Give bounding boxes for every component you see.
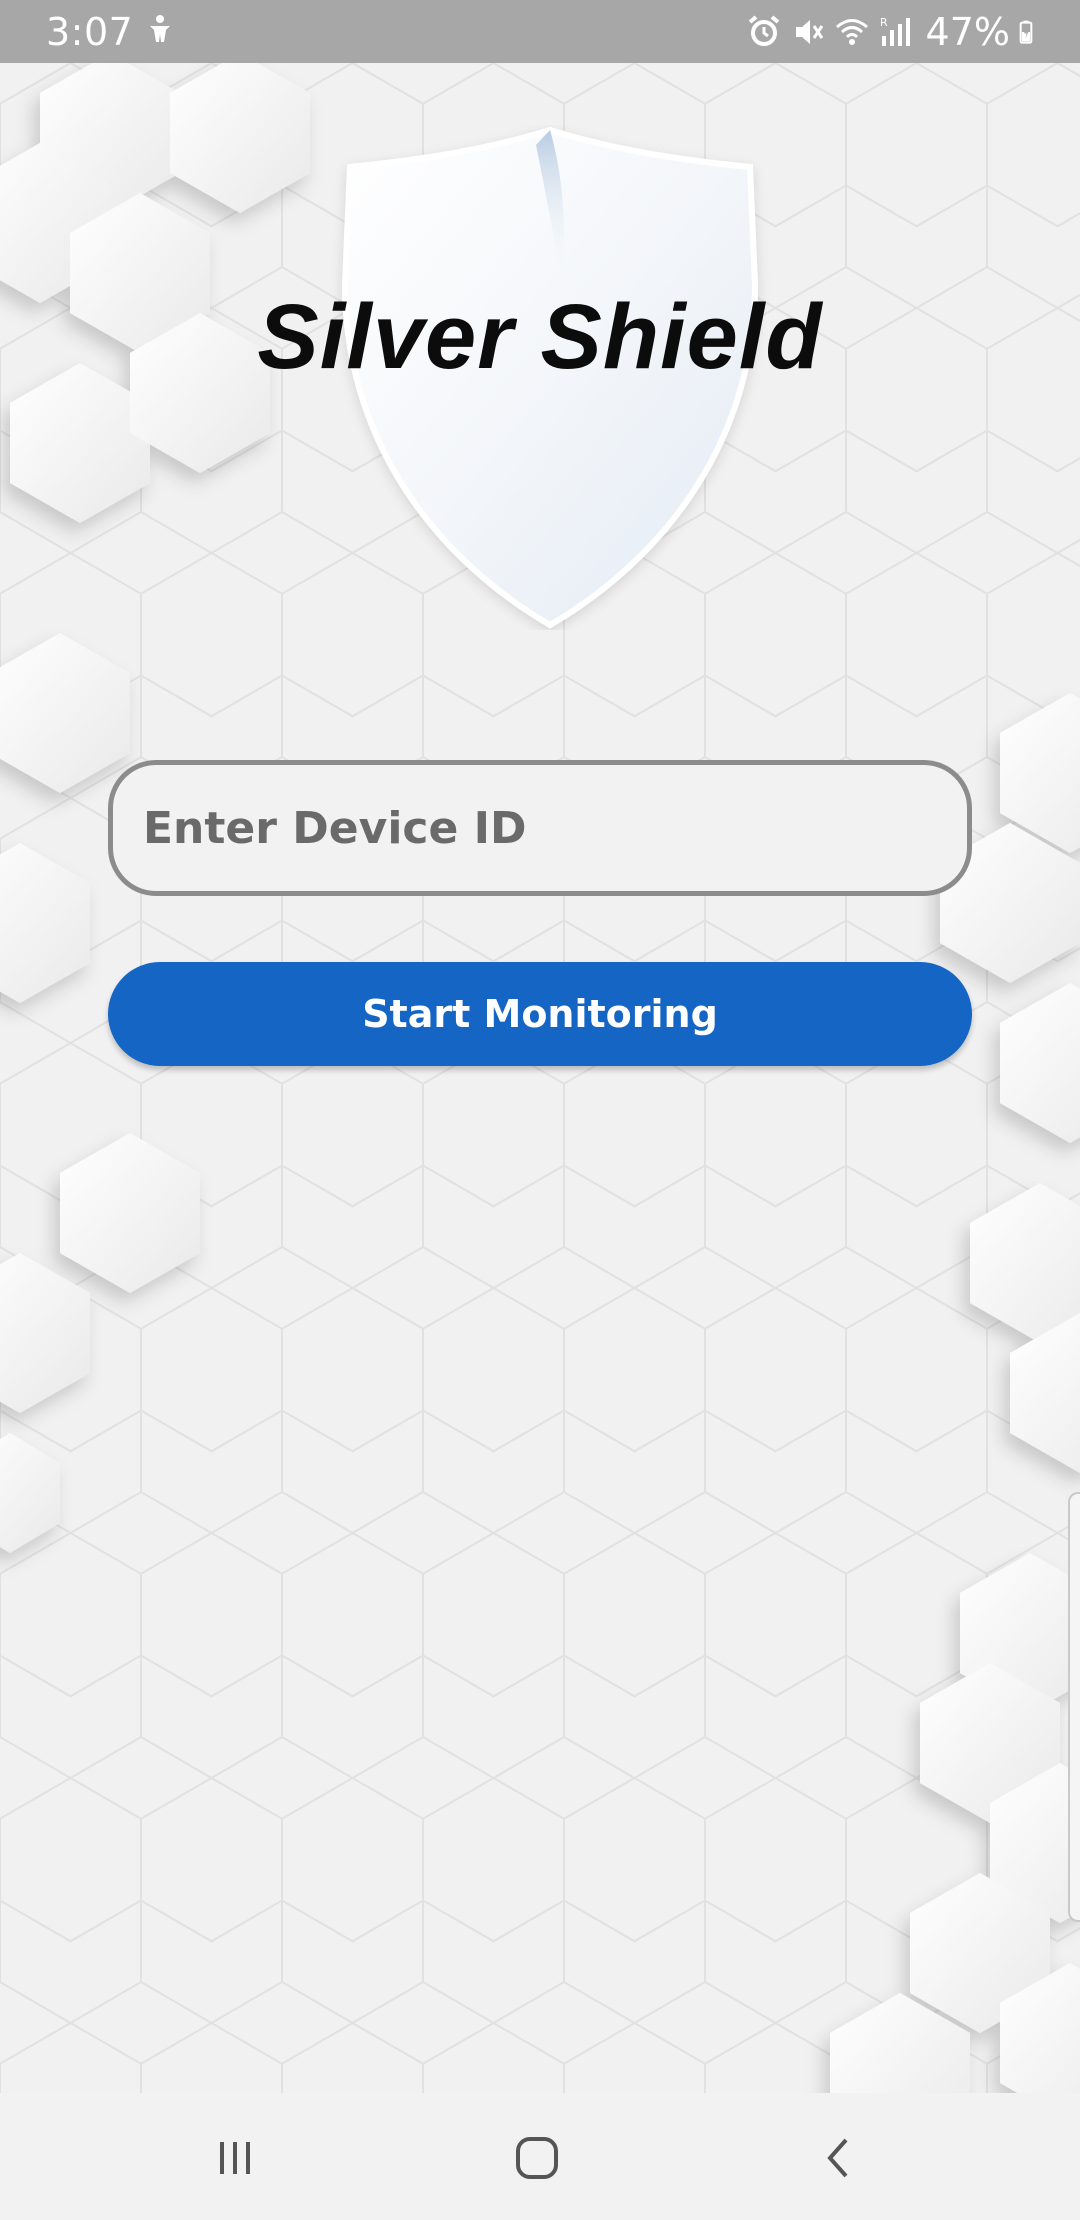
status-bar: 3:07 R 47% [0,0,1080,63]
battery-icon [1019,20,1033,44]
home-button[interactable] [497,2118,577,2198]
device-id-input[interactable] [108,760,972,896]
start-monitoring-button[interactable]: Start Monitoring [108,962,972,1066]
navigation-bar [0,2093,1080,2220]
recents-button[interactable] [195,2118,275,2198]
back-icon [827,2138,848,2178]
recents-icon [220,2142,250,2174]
wifi-icon [835,19,868,45]
status-time: 3:07 [46,10,134,54]
battery-percent: 47% [925,10,1010,54]
signal-icon: R [880,16,910,46]
edge-panel-handle[interactable] [1068,1492,1080,1922]
mute-icon [795,20,823,44]
app-title: Silver Shield [257,286,823,388]
svg-text:R: R [880,16,888,29]
status-icons: R 47% [746,10,1042,54]
alarm-icon [748,15,779,46]
accessibility-icon [150,15,170,42]
home-icon [516,2137,558,2179]
back-button[interactable] [799,2118,879,2198]
